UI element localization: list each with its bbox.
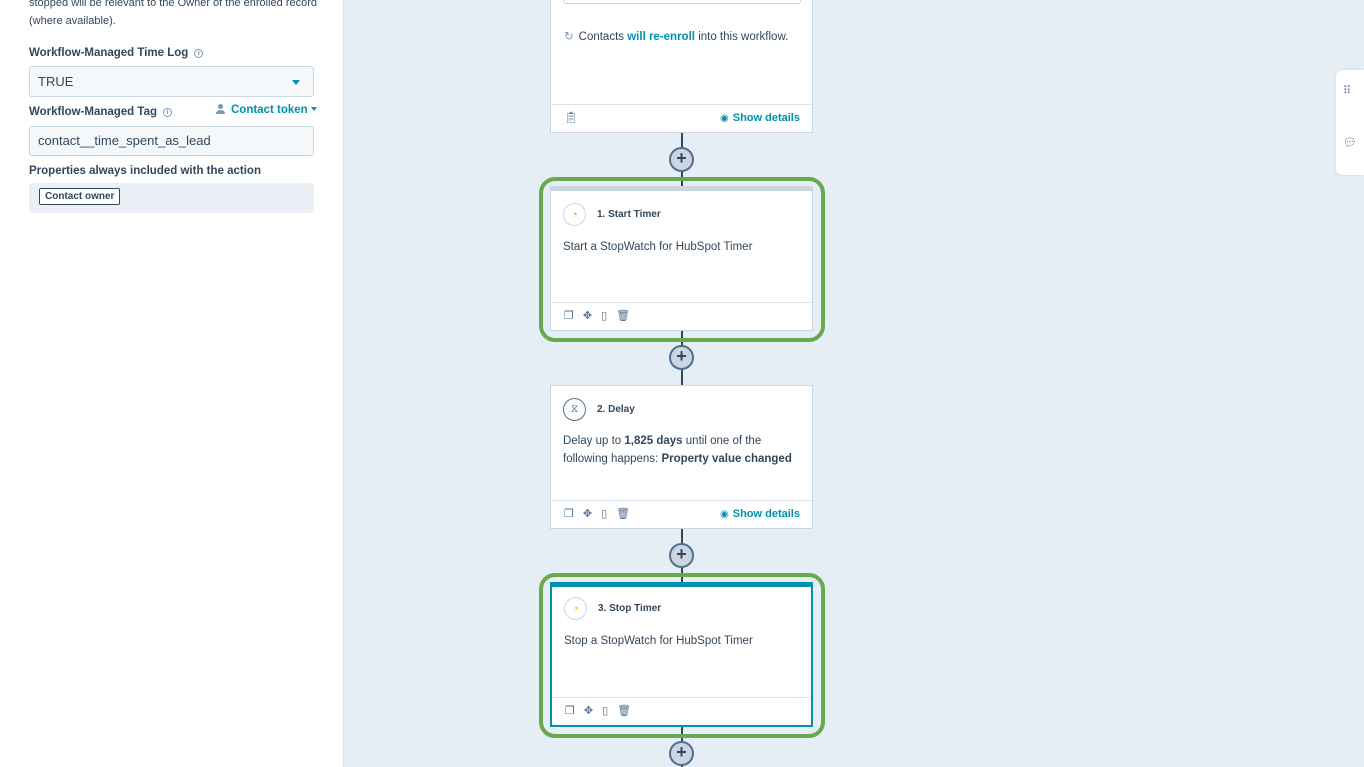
copy-icon[interactable]: ❐ [564,508,574,520]
tag-label: Workflow-Managed Tag i [29,106,172,118]
add-action-button[interactable]: + [669,543,694,568]
clipboard-icon[interactable]: ▯ [601,310,607,322]
chevron-down-icon [292,80,300,85]
step-card-delay[interactable]: ⧖ 2. Delay Delay up to 1,825 days until … [550,385,813,529]
show-details-button[interactable]: ◉ Show details [720,508,800,520]
add-action-button[interactable]: + [669,741,694,766]
time-log-select[interactable]: TRUE [29,66,314,97]
clipboard-icon[interactable]: ▯ [602,705,608,717]
hourglass-icon: ⧖ [563,398,586,421]
eye-icon: ◉ [720,509,729,520]
step-title: 1. Start Timer [597,209,661,220]
stopwatch-icon: ◔ [563,203,586,226]
step-card-stop-timer[interactable]: ◔ 3. Stop Timer Stop a StopWatch for Hub… [550,582,813,727]
step-description: Stop a StopWatch for HubSpot Timer [564,635,753,647]
move-icon[interactable]: ✥ [584,705,593,717]
card-footer: ❐ ✥ ▯ 🗑︎ ◉ Show details [551,500,812,528]
enrollment-trigger-card[interactable]: ↻ Contacts will re-enroll into this workf… [550,0,813,133]
contact-token-dropdown[interactable]: Contact token [216,104,317,116]
action-config-panel: stopped will be relevant to the Owner of… [0,0,344,767]
clipboard-icon[interactable]: 📋︎ [564,112,578,124]
chat-icon[interactable]: 💬︎ [1343,136,1357,149]
person-icon [216,104,225,114]
copy-icon[interactable]: ❐ [565,705,575,717]
properties-label: Properties always included with the acti… [29,165,261,177]
properties-box: Contact owner [29,183,314,213]
step-description: Start a StopWatch for HubSpot Timer [563,241,753,253]
clipboard-icon[interactable]: ▯ [601,508,607,520]
trash-icon[interactable]: 🗑︎ [616,508,630,520]
copy-icon[interactable]: ❐ [564,310,574,322]
time-log-label: Workflow-Managed Time Log i [29,47,204,59]
move-icon[interactable]: ✥ [583,310,592,322]
info-icon[interactable]: i [194,49,204,58]
eye-icon: ◉ [720,113,729,124]
add-action-button[interactable]: + [669,345,694,370]
step-description: Delay up to 1,825 days until one of the … [563,435,792,465]
right-side-dock: ⠿ 💬︎ [1336,70,1364,175]
card-footer: 📋︎ ◉ Show details [551,104,812,132]
info-icon[interactable]: i [163,108,172,117]
step-title: 2. Delay [597,404,635,415]
chevron-down-icon [310,107,317,111]
step-title: 3. Stop Timer [598,603,662,614]
show-details-button[interactable]: ◉ Show details [720,112,800,124]
card-footer: ❐ ✥ ▯ 🗑︎ [552,697,811,725]
refresh-icon: ↻ [564,31,574,43]
trash-icon[interactable]: 🗑︎ [616,310,630,322]
add-action-button[interactable]: + [669,147,694,172]
re-enroll-text: ↻ Contacts will re-enroll into this workf… [564,31,789,43]
trigger-input [563,0,801,4]
re-enroll-link[interactable]: will re-enroll [627,31,695,43]
contact-owner-chip: Contact owner [39,188,121,205]
trash-icon[interactable]: 🗑︎ [617,705,631,717]
tag-input[interactable]: contact__time_spent_as_lead [29,126,314,156]
intro-text: stopped will be relevant to the Owner of… [29,0,317,27]
step-card-start-timer[interactable]: ◔ 1. Start Timer Start a StopWatch for H… [550,186,813,331]
stopwatch-icon: ◔ [564,597,587,620]
apps-grid-icon[interactable]: ⠿ [1343,84,1351,97]
move-icon[interactable]: ✥ [583,508,592,520]
card-footer: ❐ ✥ ▯ 🗑︎ [551,302,812,330]
